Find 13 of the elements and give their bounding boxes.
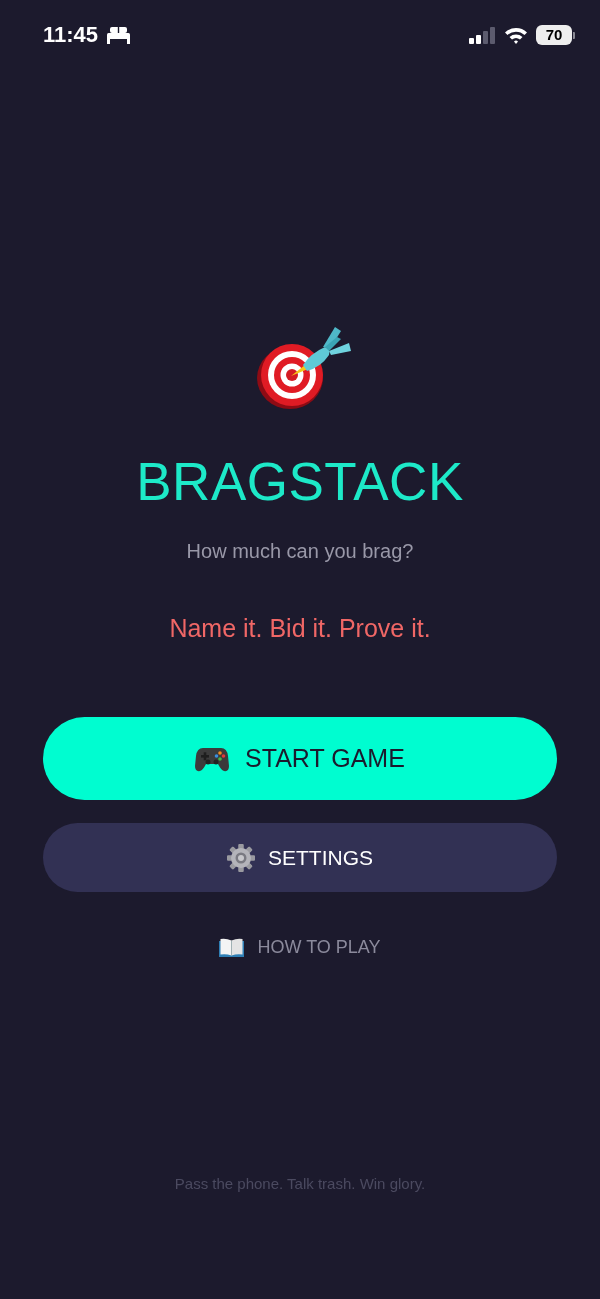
settings-button[interactable]: SETTINGS [43, 823, 557, 892]
wifi-icon [504, 26, 528, 44]
battery-indicator: 70 [536, 25, 575, 45]
open-book-icon [219, 937, 245, 957]
app-title: BRAGSTACK [136, 451, 464, 513]
gamepad-icon [195, 745, 230, 772]
signal-icon [469, 26, 496, 44]
app-tagline: Name it. Bid it. Prove it. [169, 613, 431, 644]
start-game-button[interactable]: START GAME [43, 717, 557, 800]
app-subtitle: How much can you brag? [186, 539, 414, 564]
how-to-play-button[interactable]: HOW TO PLAY [219, 934, 381, 960]
status-time: 11:45 [43, 22, 99, 48]
bed-icon [106, 26, 132, 44]
